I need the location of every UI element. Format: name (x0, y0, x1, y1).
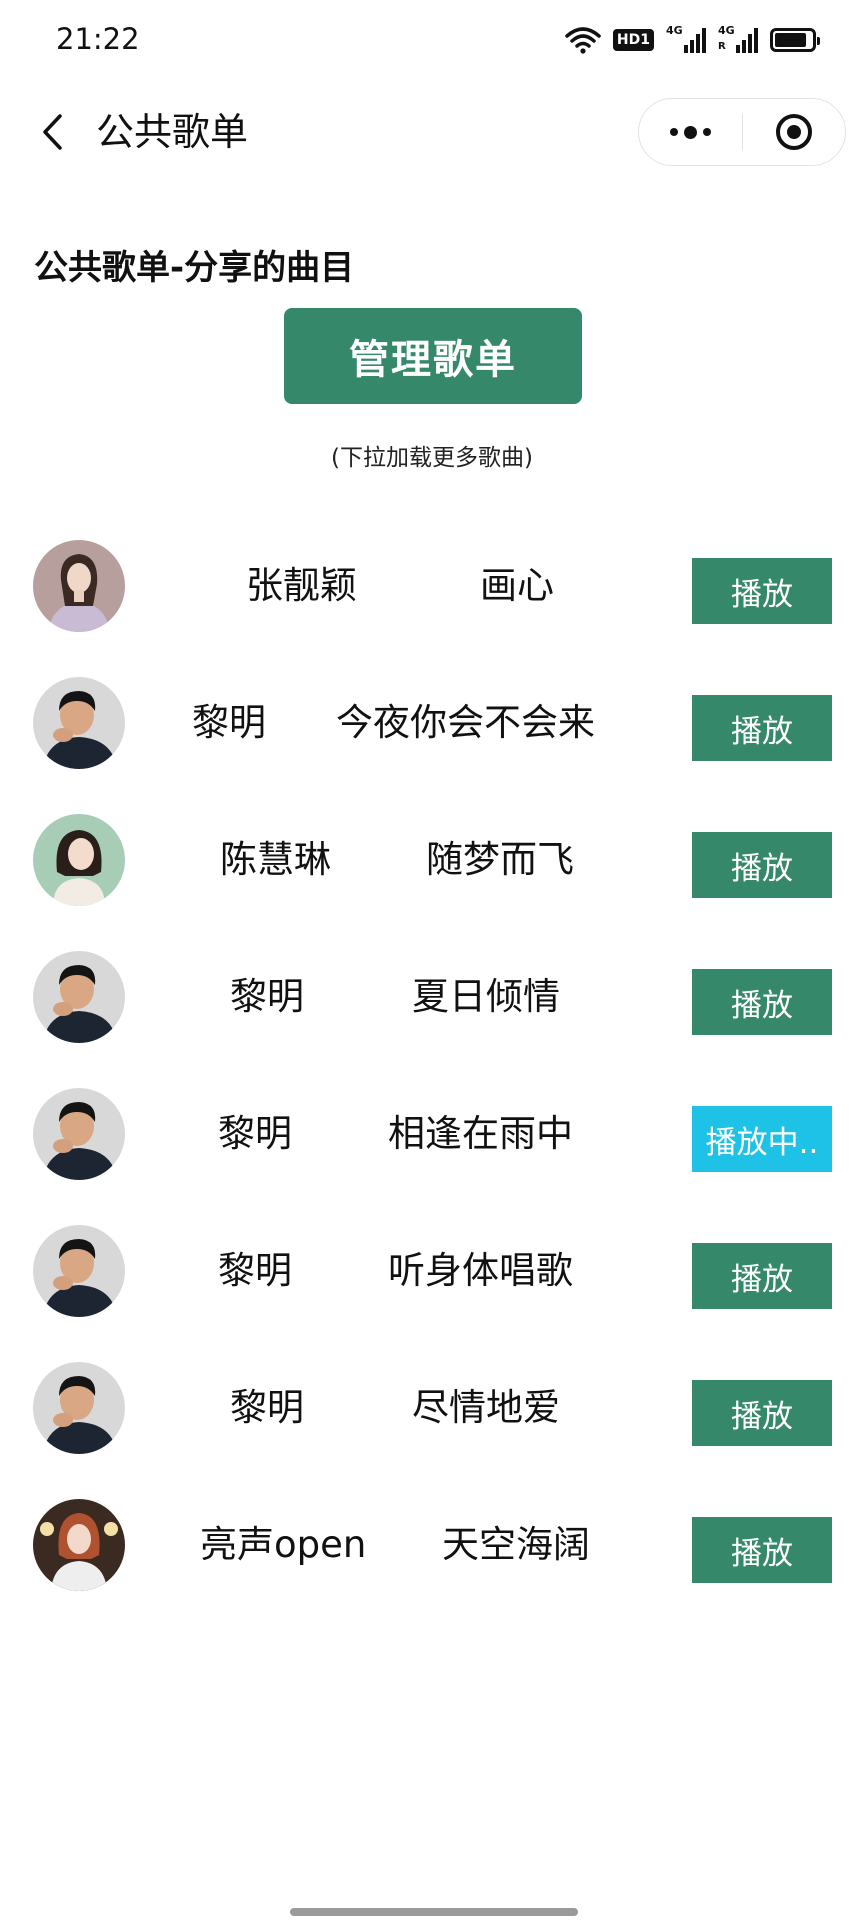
artist-name: 亮声open (200, 1523, 367, 1566)
home-indicator[interactable] (290, 1908, 578, 1916)
more-button[interactable] (639, 98, 742, 166)
status-bar: 21:22 HD1 4G 4G R (0, 0, 864, 80)
hd-badge: HD1 (612, 29, 654, 51)
artist-name: 黎明 (218, 1112, 292, 1155)
male-singer-avatar-icon (33, 1088, 125, 1180)
song-row: 亮声open 天空海阔 播放 (0, 1499, 864, 1636)
song-title: 尽情地爱 (412, 1386, 560, 1429)
song-row: 张靓颖 画心 播放 (0, 540, 864, 677)
play-button[interactable]: 播放 (692, 558, 832, 624)
roaming-label: R (718, 41, 726, 52)
avatar (33, 1362, 125, 1454)
song-title: 天空海阔 (442, 1523, 590, 1566)
artist-name: 张靓颖 (246, 564, 357, 607)
song-title: 相逢在雨中 (388, 1112, 573, 1155)
female-singer-avatar-icon (33, 1499, 125, 1591)
play-button[interactable]: 播放 (692, 969, 832, 1035)
target-icon (775, 114, 812, 150)
play-button[interactable]: 播放 (692, 1380, 832, 1446)
status-icons: HD1 4G 4G R (565, 24, 820, 56)
artist-name: 黎明 (192, 701, 266, 744)
song-row: 黎明 夏日倾情 播放 (0, 951, 864, 1088)
play-button-playing[interactable]: 播放中.. (692, 1106, 832, 1172)
song-title: 画心 (480, 564, 554, 607)
male-singer-avatar-icon (33, 677, 125, 769)
avatar (33, 951, 125, 1043)
mini-program-capsule (638, 98, 846, 166)
song-title: 今夜你会不会来 (336, 701, 595, 744)
avatar (33, 814, 125, 906)
avatar (33, 677, 125, 769)
status-time: 21:22 (56, 22, 140, 56)
signal-label: 4G (666, 24, 683, 37)
nav-bar: 公共歌单 (0, 92, 864, 172)
avatar (33, 1499, 125, 1591)
avatar (33, 540, 125, 632)
signal-label: 4G (718, 24, 735, 37)
nav-title: 公共歌单 (96, 110, 249, 154)
song-row: 黎明 听身体唱歌 播放 (0, 1225, 864, 1362)
manage-playlist-button[interactable]: 管理歌单 (284, 308, 582, 404)
more-dots-icon (669, 125, 711, 139)
artist-name: 黎明 (230, 1386, 304, 1429)
artist-name: 陈慧琳 (220, 838, 331, 881)
avatar (33, 1088, 125, 1180)
female-singer-avatar-icon (33, 540, 125, 632)
song-row: 黎明 尽情地爱 播放 (0, 1362, 864, 1499)
song-list: 张靓颖 画心 播放 黎明 今夜你会不会来 播放 陈慧琳 随梦而飞 播放 黎明 夏… (0, 540, 864, 1636)
artist-name: 黎明 (230, 975, 304, 1018)
song-row: 黎明 今夜你会不会来 播放 (0, 677, 864, 814)
song-title: 听身体唱歌 (388, 1249, 573, 1292)
page-title: 公共歌单-分享的曲目 (34, 248, 355, 288)
play-button[interactable]: 播放 (692, 1243, 832, 1309)
pull-to-load-hint: (下拉加载更多歌曲) (331, 445, 533, 471)
artist-name: 黎明 (218, 1249, 292, 1292)
song-title: 随梦而飞 (426, 838, 574, 881)
signal-roaming-icon: 4G R (718, 24, 758, 53)
battery-icon (770, 28, 820, 52)
play-button[interactable]: 播放 (692, 1517, 832, 1583)
female-singer-avatar-icon (33, 814, 125, 906)
male-singer-avatar-icon (33, 1225, 125, 1317)
song-title: 夏日倾情 (412, 975, 560, 1018)
back-icon[interactable] (30, 110, 74, 154)
signal-icon: 4G (666, 24, 706, 53)
close-mini-program-button[interactable] (742, 98, 845, 166)
play-button[interactable]: 播放 (692, 832, 832, 898)
wifi-icon (565, 27, 601, 54)
male-singer-avatar-icon (33, 1362, 125, 1454)
male-singer-avatar-icon (33, 951, 125, 1043)
avatar (33, 1225, 125, 1317)
song-row: 黎明 相逢在雨中 播放中.. (0, 1088, 864, 1225)
song-row: 陈慧琳 随梦而飞 播放 (0, 814, 864, 951)
play-button[interactable]: 播放 (692, 695, 832, 761)
